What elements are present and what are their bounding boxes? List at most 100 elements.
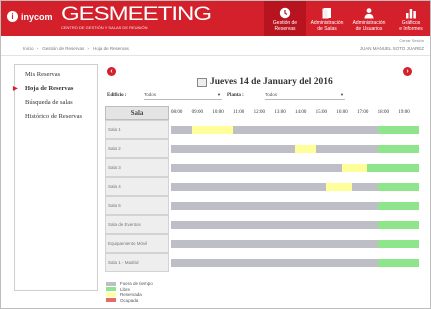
sidebar-item-historico[interactable]: Histórico de Reservas	[25, 113, 82, 120]
slot-fuera	[171, 259, 378, 267]
calendar-icon[interactable]	[197, 77, 207, 87]
user-icon	[363, 6, 376, 19]
slot-fuera	[171, 145, 295, 153]
nav-graficos[interactable]: Gráficos e Informes	[390, 1, 430, 36]
nav-gestion-reservas[interactable]: Gestión de Reservas	[264, 1, 306, 36]
nav-label-line2: de Usuarios	[355, 25, 383, 32]
breadcrumb-bar: Inicio › Gestión de Reservas › Hoja de Res…	[1, 43, 430, 56]
room-row: Equipamiento Móvil	[105, 234, 419, 253]
breadcrumb-gestion[interactable]: Gestión de Reservas	[42, 46, 84, 51]
legend-label: Reservada	[120, 292, 142, 298]
legend-label: Libre	[120, 286, 131, 292]
room-row: Sala 2	[105, 139, 419, 158]
nav-label-line2: de Salas	[317, 25, 337, 32]
room-name: Sala 4	[105, 177, 169, 196]
slot-fuera	[171, 240, 378, 248]
slot-fuera	[351, 183, 378, 191]
slot-fuera	[171, 202, 378, 210]
building-label: Edificio :	[107, 93, 127, 98]
room-row: Sala 5	[105, 196, 419, 215]
sidebar-item-hoja-reservas[interactable]: ▶ Hoja de Reservas	[13, 85, 74, 92]
legend-label: Ocupada	[120, 297, 139, 303]
hour-label: 12:00	[253, 110, 266, 115]
slot-libre[interactable]	[377, 202, 419, 210]
hour-label: 19:00	[398, 110, 410, 115]
inycom-logo[interactable]: i inycom	[7, 11, 53, 22]
room-row: Sala 3	[105, 158, 419, 177]
prev-day-button[interactable]: ‹	[107, 67, 116, 76]
top-header: i inycom GESMEETING CENTRO DE GESTIÓN Y …	[1, 1, 430, 36]
room-row: Sala 1 - Madrid	[105, 253, 419, 272]
hour-label: 10:00	[212, 110, 224, 115]
nav-admin-salas[interactable]: Administración de Salas	[306, 1, 348, 36]
door-icon	[321, 6, 334, 19]
logo-mark: i	[7, 11, 18, 22]
slot-libre[interactable]	[367, 164, 419, 172]
room-name: Sala 2	[105, 139, 169, 158]
slot-reservada	[295, 145, 316, 153]
hour-label: 18:00	[377, 110, 390, 115]
hour-label: 17:00	[357, 110, 369, 115]
floor-select[interactable]: Todos ▼	[265, 92, 345, 100]
room-name: Equipamiento Móvil	[105, 234, 169, 253]
room-name: Sala 1	[105, 120, 169, 139]
slot-libre[interactable]	[377, 145, 419, 153]
sidebar-item-busqueda[interactable]: Búsqueda de salas	[25, 99, 73, 106]
building-select[interactable]: Todos ▼	[144, 92, 222, 100]
date-text: Jueves 14 de January del 2016	[210, 77, 333, 87]
main-nav: Gestión de Reservas Administración de Sa…	[264, 1, 430, 36]
sidebar: Mis Reservas ▶ Hoja de Reservas Búsqueda…	[13, 64, 98, 291]
slot-fuera	[171, 164, 342, 172]
room-name: Sala 1 - Madrid	[105, 253, 169, 272]
user-name: JUAN MANUEL SOTO JUAREZ	[359, 46, 424, 51]
room-name: Sala 3	[105, 158, 169, 177]
breadcrumb: Inicio › Gestión de Reservas › Hoja de Res…	[23, 46, 129, 51]
legend-swatch	[106, 298, 116, 303]
slot-libre[interactable]	[377, 240, 419, 248]
hour-label: 11:00	[233, 110, 245, 115]
nav-admin-usuarios[interactable]: Administración de Usuarios	[348, 1, 390, 36]
slot-libre[interactable]	[377, 126, 419, 134]
sidebar-item-label: Hoja de Reservas	[25, 85, 74, 92]
hour-label: 15:00	[315, 110, 328, 115]
breadcrumb-current: Hoja de Reservas	[93, 46, 129, 51]
chevron-down-icon: ▼	[217, 92, 221, 97]
date-title: Jueves 14 de January del 2016	[197, 77, 333, 87]
sala-column-header: Sala	[105, 106, 169, 120]
legend-item-ocupada: Ocupada	[106, 298, 153, 304]
slot-fuera	[315, 145, 378, 153]
slot-libre[interactable]	[377, 221, 419, 229]
slot-libre[interactable]	[377, 259, 419, 267]
slot-fuera	[233, 126, 378, 134]
room-row: Sala 1	[105, 120, 419, 139]
room-name: Sala de Eventos	[105, 215, 169, 234]
sidebar-item-mis-reservas[interactable]: Mis Reservas	[25, 71, 60, 78]
slot-fuera	[171, 221, 378, 229]
chevron-down-icon: ▼	[340, 92, 344, 97]
legend-swatch	[106, 292, 116, 297]
clock-icon	[279, 6, 292, 19]
next-day-button[interactable]: ›	[403, 67, 412, 76]
hour-label: 14:00	[295, 110, 307, 115]
legend-swatch	[106, 281, 116, 286]
app-brand: GESMEETING CENTRO DE GESTIÓN Y SALAS DE …	[61, 4, 212, 30]
grid-header: Sala 08:00 09:00 10:00 11:00 12:00 13:00 14:00…	[105, 106, 419, 120]
legend: Fuera de tiempo Libre Reservada Ocupada	[106, 281, 153, 303]
breadcrumb-home[interactable]: Inicio	[23, 46, 34, 51]
slot-fuera	[171, 183, 326, 191]
nav-label-line2: e Informes	[399, 25, 423, 32]
slot-reservada	[191, 126, 233, 134]
active-marker-icon: ▶	[13, 86, 18, 92]
slot-fuera	[171, 126, 192, 134]
building-value: Todos	[144, 92, 157, 97]
slot-libre[interactable]	[377, 183, 419, 191]
hour-label: 13:00	[274, 110, 286, 115]
room-name: Sala 5	[105, 196, 169, 215]
nav-label-line2: Reservas	[274, 25, 296, 32]
legend-label: Fuera de tiempo	[120, 281, 153, 287]
logo-text: inycom	[21, 11, 53, 22]
bar-chart-icon	[405, 6, 418, 19]
floor-label: Planta :	[227, 93, 244, 98]
brand-subtitle: CENTRO DE GESTIÓN Y SALAS DE REUNIÓN	[61, 25, 148, 30]
room-row: Sala de Eventos	[105, 215, 419, 234]
